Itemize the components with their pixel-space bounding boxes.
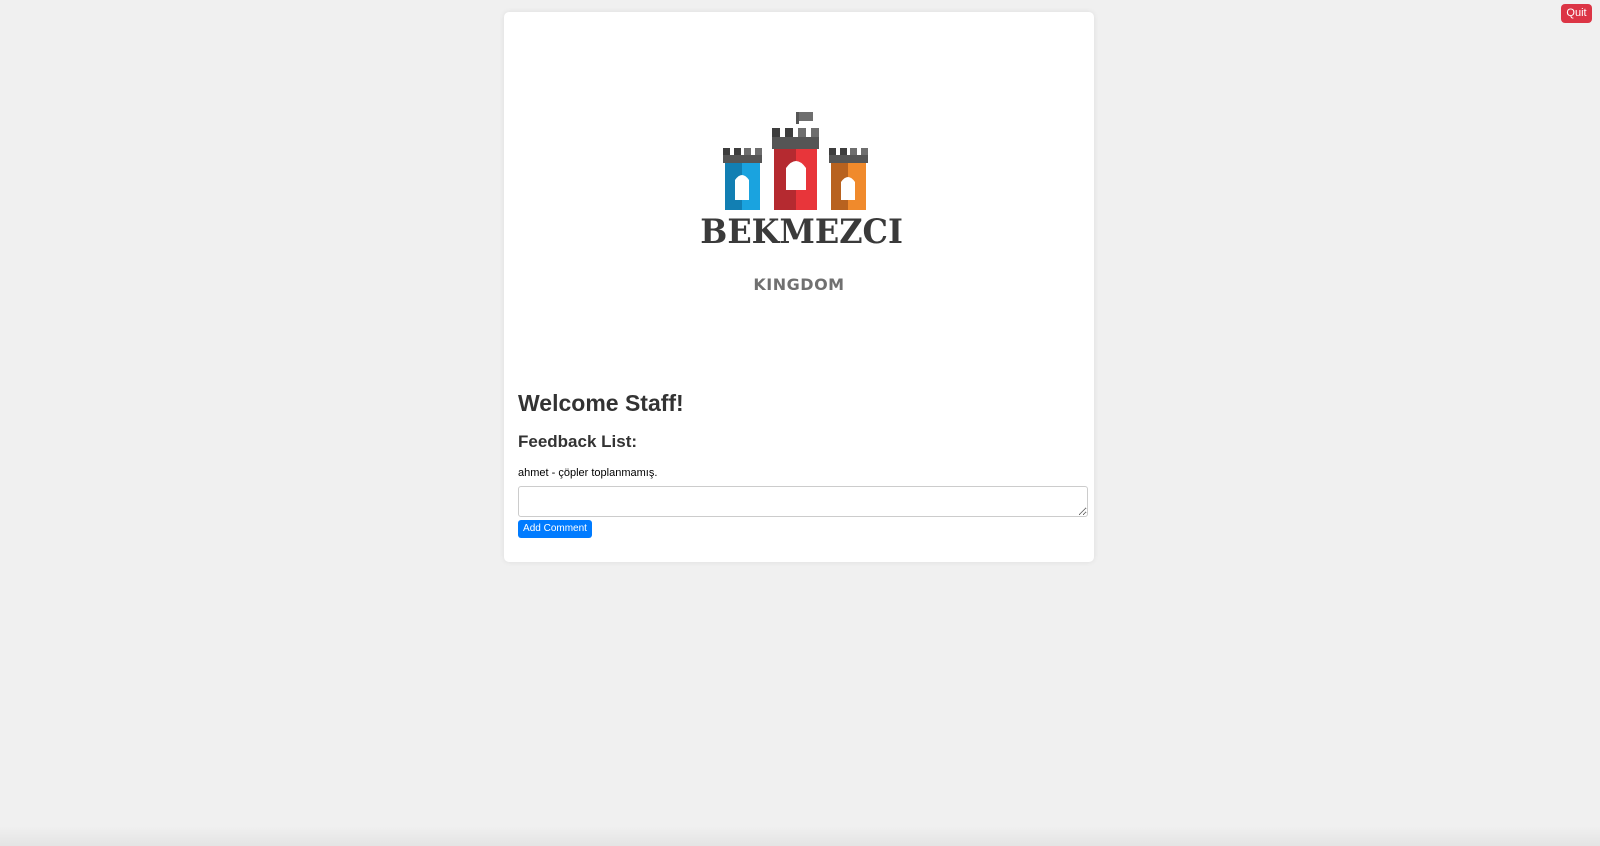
castle-icon	[723, 112, 868, 210]
add-comment-button[interactable]: Add Comment	[518, 520, 592, 538]
window-bottom-edge	[0, 826, 1600, 846]
bekmezci-kingdom-logo: BEKMEZCI KINGDOM	[694, 110, 904, 300]
logo-wordmark: BEKMEZCI	[700, 212, 903, 252]
feedback-list-heading: Feedback List:	[518, 432, 638, 451]
page-title: Welcome Staff!	[518, 390, 684, 416]
feedback-list-item: ahmet - çöpler toplanmamış.	[518, 467, 658, 479]
logo-subtitle: KINGDOM	[753, 275, 845, 294]
quit-button[interactable]: Quit	[1561, 4, 1592, 23]
staff-panel-card: BEKMEZCI KINGDOM Welcome Staff! Feedback…	[504, 12, 1094, 562]
comment-input[interactable]	[518, 486, 1088, 517]
